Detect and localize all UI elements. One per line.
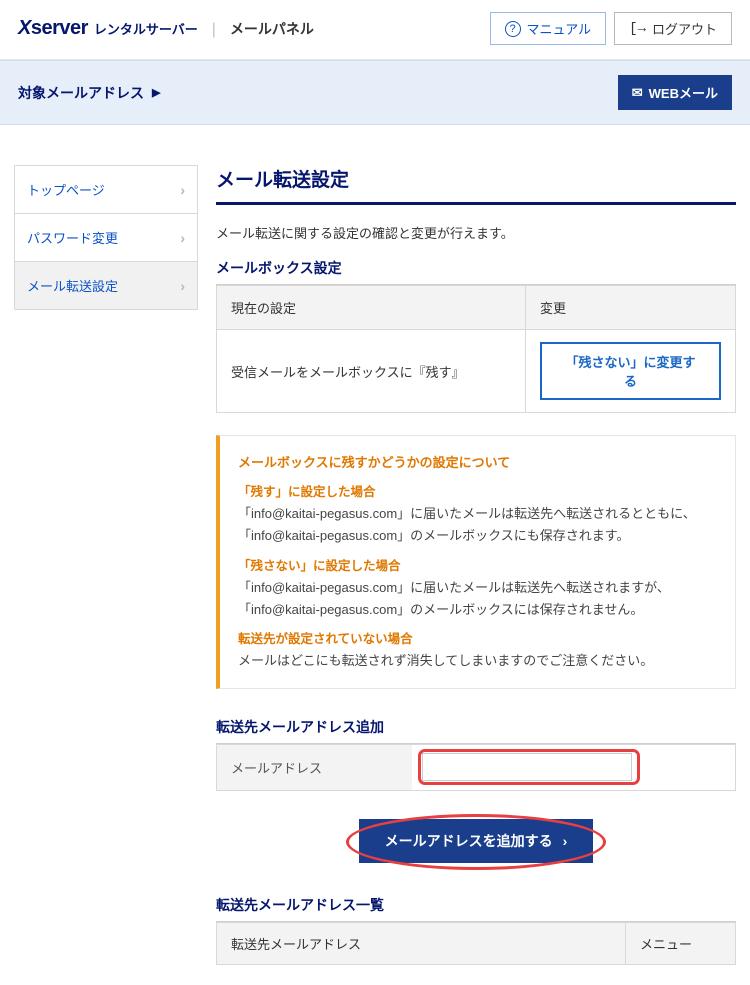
logout-icon: [→: [629, 21, 646, 37]
panel-title: メールパネル: [230, 19, 314, 39]
mail-icon: ✉: [632, 85, 643, 101]
add-submit-button[interactable]: メールアドレスを追加する ›: [359, 819, 594, 863]
info-title: メールボックスに残すかどうかの設定について: [238, 452, 717, 474]
add-row: メールアドレス: [216, 744, 736, 791]
info-box: メールボックスに残すかどうかの設定について 「残す」に設定した場合 「info@…: [216, 435, 736, 689]
logout-button[interactable]: [→ ログアウト: [614, 12, 732, 45]
mailbox-table: 現在の設定 変更 受信メールをメールボックスに『残す』 「残さない」に変更する: [216, 285, 736, 413]
sidenav-item-password[interactable]: パスワード変更 ›: [15, 214, 197, 262]
sidenav-item-top[interactable]: トップページ ›: [15, 166, 197, 214]
manual-button[interactable]: ? マニュアル: [490, 12, 607, 45]
info-case1-b: 「info@kaitai-pegasus.com」に届いたメールは転送先へ転送さ…: [238, 503, 717, 547]
submit-label: メールアドレスを追加する: [385, 831, 553, 851]
add-label: メールアドレス: [217, 745, 412, 790]
side-nav: トップページ › パスワード変更 › メール転送設定 ›: [14, 165, 198, 310]
chevron-right-icon: ›: [563, 833, 568, 849]
webmail-button[interactable]: ✉ WEBメール: [618, 75, 732, 110]
email-input[interactable]: [422, 753, 632, 781]
triangle-icon: ▶: [152, 86, 160, 99]
col-change: 変更: [526, 286, 736, 330]
brand: XXserverserver レンタルサーバー | メールパネル: [18, 17, 314, 40]
sidenav-label: トップページ: [27, 180, 105, 199]
header-buttons: ? マニュアル [→ ログアウト: [490, 12, 732, 45]
info-case2-b: 「info@kaitai-pegasus.com」に届いたメールは転送先へ転送さ…: [238, 577, 717, 621]
divider: |: [212, 21, 216, 39]
target-bar: 対象メールアドレス ▶ ✉ WEBメール: [0, 60, 750, 125]
forward-list-table: 転送先メールアドレス メニュー: [216, 922, 736, 965]
sidenav-label: パスワード変更: [27, 228, 118, 247]
logout-label: ログアウト: [652, 19, 717, 38]
page-title: メール転送設定: [216, 165, 736, 205]
info-case2-h: 「残さない」に設定した場合: [238, 556, 717, 577]
list-heading: 転送先メールアドレス一覧: [216, 895, 736, 922]
chevron-right-icon: ›: [180, 182, 185, 198]
current-setting: 受信メールをメールボックスに『残す』: [217, 330, 526, 413]
add-heading: 転送先メールアドレス追加: [216, 717, 736, 744]
chevron-right-icon: ›: [180, 230, 185, 246]
webmail-label: WEBメール: [649, 83, 718, 102]
sidenav-item-forward[interactable]: メール転送設定 ›: [15, 262, 197, 309]
logo-subtitle: レンタルサーバー: [94, 19, 198, 38]
sidenav-label: メール転送設定: [27, 276, 118, 295]
col-addr: 転送先メールアドレス: [217, 923, 626, 965]
help-icon: ?: [505, 21, 521, 37]
manual-label: マニュアル: [527, 19, 592, 38]
mailbox-heading: メールボックス設定: [216, 258, 736, 285]
target-label[interactable]: 対象メールアドレス ▶: [18, 83, 160, 103]
app-header: XXserverserver レンタルサーバー | メールパネル ? マニュアル…: [0, 0, 750, 60]
logo: XXserverserver: [18, 17, 88, 40]
info-case3-h: 転送先が設定されていない場合: [238, 629, 717, 650]
chevron-right-icon: ›: [180, 278, 185, 294]
change-button[interactable]: 「残さない」に変更する: [540, 342, 721, 400]
page-description: メール転送に関する設定の確認と変更が行えます。: [216, 223, 736, 242]
col-current: 現在の設定: [217, 286, 526, 330]
col-menu: メニュー: [626, 923, 736, 965]
main-content: メール転送設定 メール転送に関する設定の確認と変更が行えます。 メールボックス設…: [216, 165, 736, 965]
info-case3-b: メールはどこにも転送されず消失してしまいますのでご注意ください。: [238, 650, 717, 672]
info-case1-h: 「残す」に設定した場合: [238, 482, 717, 503]
